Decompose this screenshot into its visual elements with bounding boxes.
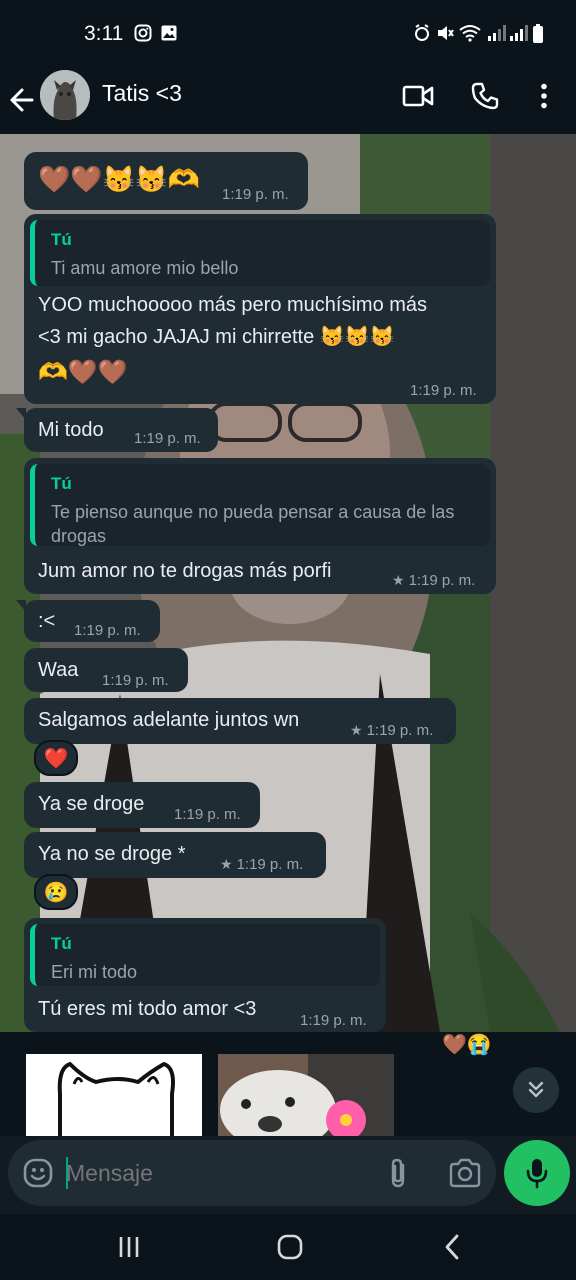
contact-name[interactable]: Tatis <3 bbox=[102, 80, 182, 107]
message-text: Salgamos adelante juntos wn bbox=[38, 709, 300, 731]
sticker-thumbnail[interactable] bbox=[26, 1054, 202, 1136]
more-options-button[interactable] bbox=[524, 76, 564, 116]
star-icon: ★ bbox=[392, 572, 405, 588]
message-emoji: 🫶🤎🤎 bbox=[38, 359, 128, 386]
quoted-message[interactable]: Tú Eri mi todo bbox=[30, 924, 380, 986]
reaction-emoji: ❤️ bbox=[43, 747, 69, 770]
quoted-message[interactable]: Tú Te pienso aunque no pueda pensar a ca… bbox=[30, 464, 490, 546]
message-bubble[interactable]: :< 1:19 p. m. bbox=[16, 600, 160, 642]
instagram-icon bbox=[134, 24, 152, 42]
system-navigation-bar bbox=[0, 1214, 576, 1280]
quote-text: Ti amu amore mio bello bbox=[51, 258, 239, 278]
quoted-message[interactable]: Tú Ti amu amore mio bello bbox=[30, 220, 490, 286]
message-time: 1:19 p. m. bbox=[300, 1012, 367, 1029]
quote-author: Tú bbox=[51, 474, 72, 493]
message-time-text: 1:19 p. m. bbox=[236, 856, 304, 873]
reaction-emoji: 😢 bbox=[43, 881, 69, 904]
message-text: Ya no se droge * bbox=[38, 843, 186, 865]
quote-text: Te pienso aunque no pueda pensar a causa… bbox=[51, 502, 455, 546]
phone-icon bbox=[471, 82, 499, 110]
quote-text: Eri mi todo bbox=[51, 962, 138, 982]
quote-author: Tú bbox=[51, 934, 72, 953]
message-text-line: YOO muchooooo más pero muchísimo más bbox=[38, 294, 428, 316]
message-time: 1:19 p. m. bbox=[174, 806, 241, 823]
message-bubble[interactable]: Waa 1:19 p. m. bbox=[24, 648, 188, 692]
message-time-text: 1:19 p. m. bbox=[408, 572, 476, 589]
video-call-icon bbox=[402, 85, 434, 107]
message-text: :< bbox=[38, 610, 56, 632]
home-icon bbox=[277, 1234, 303, 1260]
chevron-left-icon bbox=[445, 1234, 459, 1260]
avatar[interactable] bbox=[40, 70, 90, 120]
message-emoji: 🤎🤎😽😽🫶 bbox=[38, 164, 200, 194]
double-chevron-down-icon bbox=[528, 1081, 544, 1098]
message-time-text: 1:19 p. m. bbox=[366, 722, 434, 739]
message-text: Waa bbox=[38, 659, 79, 681]
message-time: ★ 1:19 p. m. bbox=[350, 722, 433, 739]
signal-icon-2 bbox=[510, 25, 528, 41]
message-text: Tú eres mi todo amor <3 bbox=[38, 998, 257, 1020]
message-text: Ya se droge bbox=[38, 793, 145, 815]
camera-icon bbox=[449, 1158, 481, 1188]
recent-apps-icon bbox=[119, 1237, 139, 1257]
message-bubble[interactable]: Ya se droge 1:19 p. m. bbox=[24, 782, 260, 828]
system-back-button[interactable] bbox=[432, 1230, 472, 1264]
reaction-badge[interactable]: 😢 bbox=[34, 874, 78, 910]
message-time: 1:19 p. m. bbox=[222, 186, 289, 203]
chat-header: Tatis <3 bbox=[0, 66, 576, 134]
cat-sticker-image bbox=[26, 1054, 202, 1136]
message-bubble[interactable]: Tú Te pienso aunque no pueda pensar a ca… bbox=[24, 458, 496, 594]
message-bubble[interactable]: Tú Eri mi todo Tú eres mi todo amor <3 1… bbox=[24, 918, 386, 1032]
scroll-to-bottom-button[interactable] bbox=[513, 1067, 559, 1113]
message-time: ★ 1:19 p. m. bbox=[220, 856, 303, 873]
reaction-emoji: 🤎😭 bbox=[442, 1034, 492, 1056]
back-button[interactable] bbox=[8, 79, 42, 121]
home-button[interactable] bbox=[270, 1230, 310, 1264]
voice-record-button[interactable] bbox=[504, 1140, 570, 1206]
attach-button[interactable] bbox=[386, 1157, 412, 1189]
message-time: 1:19 p. m. bbox=[134, 430, 201, 447]
chat-area: 🤎🤎😽😽🫶 1:19 p. m. Tú Ti amu amore mio bel… bbox=[0, 134, 576, 1032]
video-call-button[interactable] bbox=[398, 76, 438, 116]
media-preview-row: 🤎😭 bbox=[0, 1032, 576, 1136]
message-text-line: <3 mi gacho JAJAJ mi chirrette 😽😽😽 bbox=[38, 326, 395, 348]
message-time: 1:19 p. m. bbox=[102, 672, 169, 689]
star-icon: ★ bbox=[220, 856, 233, 872]
gallery-icon bbox=[161, 25, 177, 41]
emoji-icon bbox=[23, 1158, 53, 1188]
message-bubble[interactable]: Salgamos adelante juntos wn ★ 1:19 p. m. bbox=[24, 698, 456, 744]
status-bar: 3:11 bbox=[0, 0, 576, 66]
signal-icon bbox=[488, 25, 506, 41]
message-bubble[interactable]: 🤎🤎😽😽🫶 1:19 p. m. bbox=[24, 152, 308, 210]
message-text: Mi todo bbox=[38, 419, 104, 441]
message-bubble[interactable]: Mi todo 1:19 p. m. bbox=[16, 408, 218, 452]
quote-author: Tú bbox=[51, 230, 72, 249]
message-bubble[interactable]: Tú Ti amu amore mio bello YOO muchooooo … bbox=[24, 214, 496, 404]
battery-icon bbox=[533, 24, 543, 43]
camera-button[interactable] bbox=[448, 1157, 482, 1189]
microphone-icon bbox=[526, 1159, 548, 1189]
message-bubble[interactable]: Ya no se droge * ★ 1:19 p. m. bbox=[24, 832, 326, 878]
dog-photo-image bbox=[218, 1054, 394, 1136]
message-text: Jum amor no te drogas más porfi bbox=[38, 560, 332, 582]
more-vertical-icon bbox=[541, 83, 547, 109]
image-thumbnail[interactable] bbox=[218, 1054, 394, 1136]
message-input[interactable] bbox=[66, 1160, 366, 1187]
status-time: 3:11 bbox=[84, 22, 124, 45]
message-time: ★ 1:19 p. m. bbox=[392, 572, 475, 589]
paperclip-icon bbox=[391, 1158, 405, 1188]
mute-icon bbox=[438, 26, 454, 40]
emoji-button[interactable] bbox=[22, 1157, 54, 1189]
message-composer bbox=[8, 1140, 496, 1206]
voice-call-button[interactable] bbox=[465, 76, 505, 116]
recent-apps-button[interactable] bbox=[109, 1230, 149, 1264]
avatar-image bbox=[40, 70, 90, 120]
message-time: 1:19 p. m. bbox=[410, 382, 477, 399]
arrow-left-icon bbox=[10, 88, 34, 112]
wifi-icon bbox=[459, 25, 481, 42]
message-time: 1:19 p. m. bbox=[74, 622, 141, 639]
alarm-icon bbox=[415, 24, 429, 41]
star-icon: ★ bbox=[350, 722, 363, 738]
reaction-badge[interactable]: ❤️ bbox=[34, 740, 78, 776]
